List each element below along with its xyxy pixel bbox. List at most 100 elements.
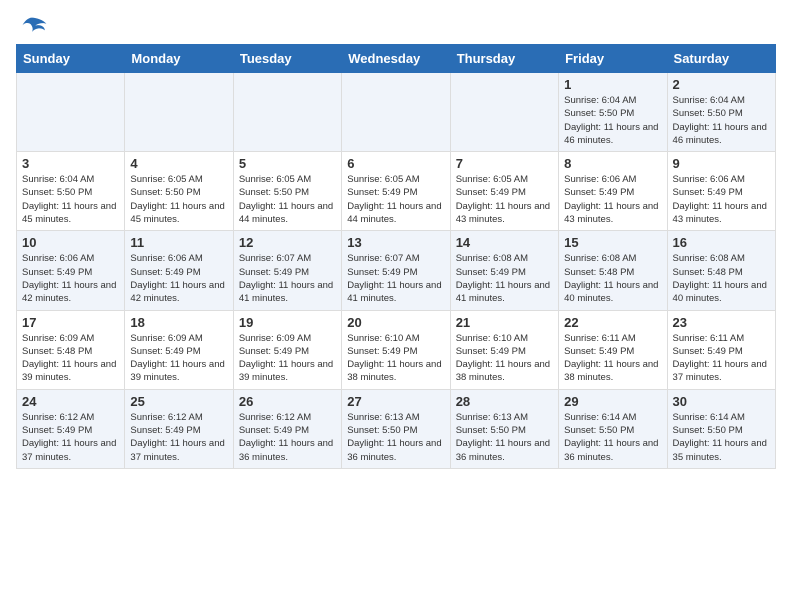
calendar-cell: 25Sunrise: 6:12 AM Sunset: 5:49 PM Dayli… — [125, 389, 233, 468]
day-info: Sunrise: 6:12 AM Sunset: 5:49 PM Dayligh… — [22, 411, 119, 464]
weekday-header-tuesday: Tuesday — [233, 45, 341, 73]
day-info: Sunrise: 6:13 AM Sunset: 5:50 PM Dayligh… — [456, 411, 553, 464]
calendar-cell: 1 Sunrise: 6:04 AM Sunset: 5:50 PM Daylig… — [559, 73, 667, 152]
calendar-week-row: 3 Sunrise: 6:04 AM Sunset: 5:50 PM Daylig… — [17, 152, 776, 231]
weekday-header-thursday: Thursday — [450, 45, 558, 73]
day-number: 26 — [239, 394, 336, 409]
day-number: 4 — [130, 156, 227, 171]
calendar-cell: 10Sunrise: 6:06 AM Sunset: 5:49 PM Dayli… — [17, 231, 125, 310]
calendar-cell: 7 Sunrise: 6:05 AM Sunset: 5:49 PM Daylig… — [450, 152, 558, 231]
calendar-cell: 12 Sunrise: 6:07 AM Sunset: 5:49 PM Dayli… — [233, 231, 341, 310]
calendar-cell — [233, 73, 341, 152]
day-number: 15 — [564, 235, 661, 250]
day-info: Sunrise: 6:05 AM Sunset: 5:50 PM Dayligh… — [239, 173, 336, 226]
day-info: Sunrise: 6:06 AM Sunset: 5:49 PM Dayligh… — [673, 173, 770, 226]
day-number: 19 — [239, 315, 336, 330]
calendar-cell: 2 Sunrise: 6:04 AM Sunset: 5:50 PM Daylig… — [667, 73, 775, 152]
logo-bird-icon — [16, 16, 48, 40]
day-info: Sunrise: 6:08 AM Sunset: 5:48 PM Dayligh… — [673, 252, 770, 305]
day-info: Sunrise: 6:05 AM Sunset: 5:49 PM Dayligh… — [456, 173, 553, 226]
calendar-cell — [125, 73, 233, 152]
day-info: Sunrise: 6:08 AM Sunset: 5:48 PM Dayligh… — [564, 252, 661, 305]
day-number: 27 — [347, 394, 444, 409]
calendar-week-row: 17 Sunrise: 6:09 AM Sunset: 5:48 PM Dayli… — [17, 310, 776, 389]
calendar-cell — [342, 73, 450, 152]
day-info: Sunrise: 6:09 AM Sunset: 5:49 PM Dayligh… — [130, 332, 227, 385]
day-info: Sunrise: 6:04 AM Sunset: 5:50 PM Dayligh… — [22, 173, 119, 226]
day-number: 28 — [456, 394, 553, 409]
day-info: Sunrise: 6:04 AM Sunset: 5:50 PM Dayligh… — [673, 94, 770, 147]
day-number: 21 — [456, 315, 553, 330]
calendar-cell: 21 Sunrise: 6:10 AM Sunset: 5:49 PM Dayli… — [450, 310, 558, 389]
day-info: Sunrise: 6:13 AM Sunset: 5:50 PM Dayligh… — [347, 411, 444, 464]
day-number: 7 — [456, 156, 553, 171]
day-number: 29 — [564, 394, 661, 409]
day-number: 20 — [347, 315, 444, 330]
weekday-header-monday: Monday — [125, 45, 233, 73]
calendar-cell: 13 Sunrise: 6:07 AM Sunset: 5:49 PM Dayli… — [342, 231, 450, 310]
weekday-header-sunday: Sunday — [17, 45, 125, 73]
day-info: Sunrise: 6:14 AM Sunset: 5:50 PM Dayligh… — [564, 411, 661, 464]
calendar-cell: 26 Sunrise: 6:12 AM Sunset: 5:49 PM Dayli… — [233, 389, 341, 468]
calendar-cell: 8Sunrise: 6:06 AM Sunset: 5:49 PM Daylig… — [559, 152, 667, 231]
day-info: Sunrise: 6:09 AM Sunset: 5:49 PM Dayligh… — [239, 332, 336, 385]
day-info: Sunrise: 6:10 AM Sunset: 5:49 PM Dayligh… — [347, 332, 444, 385]
calendar-week-row: 1 Sunrise: 6:04 AM Sunset: 5:50 PM Daylig… — [17, 73, 776, 152]
day-number: 3 — [22, 156, 119, 171]
calendar-week-row: 24Sunrise: 6:12 AM Sunset: 5:49 PM Dayli… — [17, 389, 776, 468]
day-info: Sunrise: 6:12 AM Sunset: 5:49 PM Dayligh… — [130, 411, 227, 464]
weekday-header-row: SundayMondayTuesdayWednesdayThursdayFrid… — [17, 45, 776, 73]
weekday-header-friday: Friday — [559, 45, 667, 73]
day-info: Sunrise: 6:11 AM Sunset: 5:49 PM Dayligh… — [673, 332, 770, 385]
day-number: 30 — [673, 394, 770, 409]
day-info: Sunrise: 6:05 AM Sunset: 5:49 PM Dayligh… — [347, 173, 444, 226]
day-number: 6 — [347, 156, 444, 171]
day-info: Sunrise: 6:06 AM Sunset: 5:49 PM Dayligh… — [22, 252, 119, 305]
calendar-cell: 18 Sunrise: 6:09 AM Sunset: 5:49 PM Dayli… — [125, 310, 233, 389]
day-number: 23 — [673, 315, 770, 330]
day-number: 9 — [673, 156, 770, 171]
calendar-cell: 5Sunrise: 6:05 AM Sunset: 5:50 PM Daylig… — [233, 152, 341, 231]
logo — [16, 16, 52, 40]
calendar-cell: 27 Sunrise: 6:13 AM Sunset: 5:50 PM Dayli… — [342, 389, 450, 468]
calendar-cell: 15 Sunrise: 6:08 AM Sunset: 5:48 PM Dayli… — [559, 231, 667, 310]
day-info: Sunrise: 6:08 AM Sunset: 5:49 PM Dayligh… — [456, 252, 553, 305]
calendar-cell: 30 Sunrise: 6:14 AM Sunset: 5:50 PM Dayli… — [667, 389, 775, 468]
day-number: 17 — [22, 315, 119, 330]
day-info: Sunrise: 6:04 AM Sunset: 5:50 PM Dayligh… — [564, 94, 661, 147]
calendar-cell: 9 Sunrise: 6:06 AM Sunset: 5:49 PM Daylig… — [667, 152, 775, 231]
day-number: 2 — [673, 77, 770, 92]
day-number: 14 — [456, 235, 553, 250]
calendar-cell: 24Sunrise: 6:12 AM Sunset: 5:49 PM Dayli… — [17, 389, 125, 468]
calendar-cell: 22 Sunrise: 6:11 AM Sunset: 5:49 PM Dayli… — [559, 310, 667, 389]
day-info: Sunrise: 6:14 AM Sunset: 5:50 PM Dayligh… — [673, 411, 770, 464]
day-number: 18 — [130, 315, 227, 330]
day-info: Sunrise: 6:06 AM Sunset: 5:49 PM Dayligh… — [130, 252, 227, 305]
calendar-cell: 19 Sunrise: 6:09 AM Sunset: 5:49 PM Dayli… — [233, 310, 341, 389]
day-info: Sunrise: 6:09 AM Sunset: 5:48 PM Dayligh… — [22, 332, 119, 385]
day-number: 12 — [239, 235, 336, 250]
day-number: 1 — [564, 77, 661, 92]
day-info: Sunrise: 6:06 AM Sunset: 5:49 PM Dayligh… — [564, 173, 661, 226]
calendar-cell: 17 Sunrise: 6:09 AM Sunset: 5:48 PM Dayli… — [17, 310, 125, 389]
day-info: Sunrise: 6:07 AM Sunset: 5:49 PM Dayligh… — [347, 252, 444, 305]
day-info: Sunrise: 6:07 AM Sunset: 5:49 PM Dayligh… — [239, 252, 336, 305]
day-number: 16 — [673, 235, 770, 250]
day-info: Sunrise: 6:12 AM Sunset: 5:49 PM Dayligh… — [239, 411, 336, 464]
calendar-cell: 11 Sunrise: 6:06 AM Sunset: 5:49 PM Dayli… — [125, 231, 233, 310]
calendar-cell — [17, 73, 125, 152]
day-info: Sunrise: 6:11 AM Sunset: 5:49 PM Dayligh… — [564, 332, 661, 385]
calendar-cell — [450, 73, 558, 152]
day-info: Sunrise: 6:05 AM Sunset: 5:50 PM Dayligh… — [130, 173, 227, 226]
calendar-cell: 14 Sunrise: 6:08 AM Sunset: 5:49 PM Dayli… — [450, 231, 558, 310]
day-number: 13 — [347, 235, 444, 250]
calendar-cell: 28 Sunrise: 6:13 AM Sunset: 5:50 PM Dayli… — [450, 389, 558, 468]
weekday-header-saturday: Saturday — [667, 45, 775, 73]
day-info: Sunrise: 6:10 AM Sunset: 5:49 PM Dayligh… — [456, 332, 553, 385]
calendar-cell: 3 Sunrise: 6:04 AM Sunset: 5:50 PM Daylig… — [17, 152, 125, 231]
day-number: 11 — [130, 235, 227, 250]
weekday-header-wednesday: Wednesday — [342, 45, 450, 73]
calendar-table: SundayMondayTuesdayWednesdayThursdayFrid… — [16, 44, 776, 469]
day-number: 22 — [564, 315, 661, 330]
calendar-week-row: 10Sunrise: 6:06 AM Sunset: 5:49 PM Dayli… — [17, 231, 776, 310]
